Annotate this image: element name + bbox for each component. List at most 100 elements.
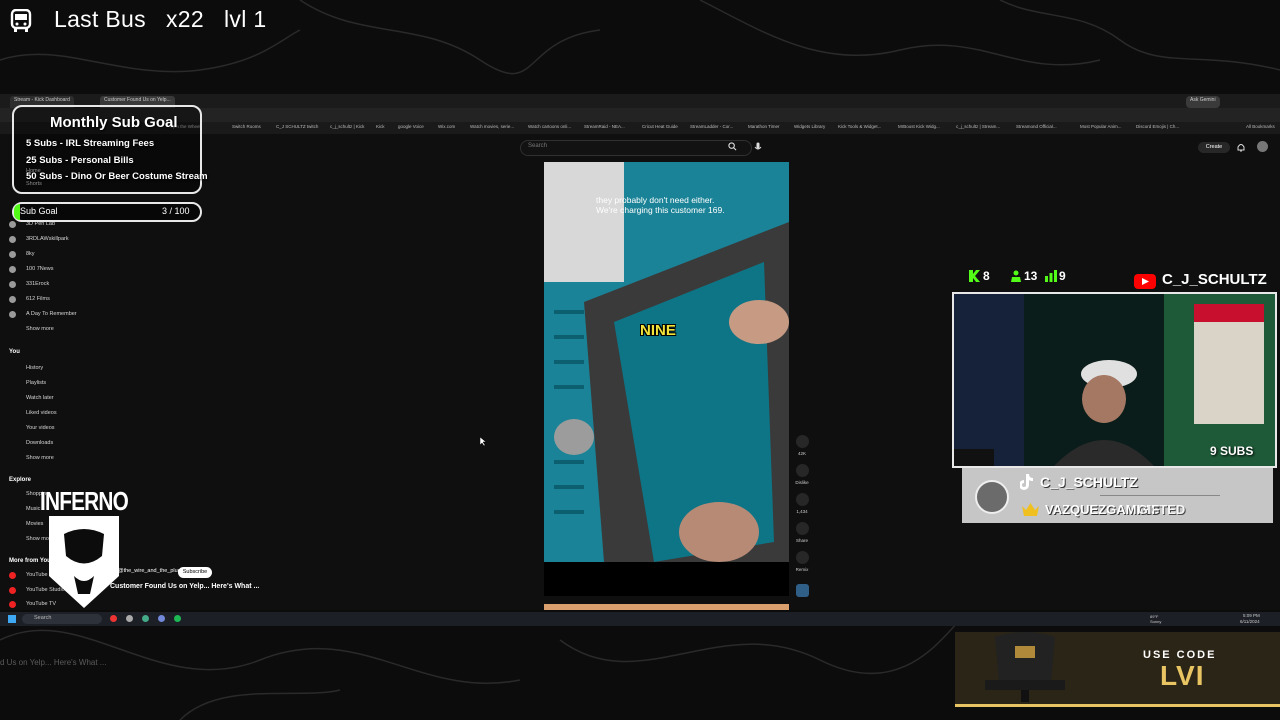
goal-item: 50 Subs - Dino Or Beer Costume Stream xyxy=(26,171,208,182)
tiktok-icon xyxy=(1020,474,1033,490)
webcam-feed xyxy=(952,292,1277,468)
sidebar-item-music[interactable]: Music xyxy=(26,506,40,512)
channel-logo-icon xyxy=(975,480,1009,514)
sidebar-subscription[interactable]: 100 7News xyxy=(26,266,54,272)
bookmark[interactable]: StreamLadder - Cor... xyxy=(690,124,733,129)
bookmark[interactable]: Kick Tools & Widget... xyxy=(838,124,881,129)
taskbar-search-placeholder: Search xyxy=(34,615,52,621)
ask-gemini-button[interactable]: Ask Gemini xyxy=(1186,96,1220,108)
youtube-studio-icon xyxy=(9,587,16,594)
microphone-icon[interactable] xyxy=(754,142,762,152)
youtube-tv-icon xyxy=(9,601,16,608)
sidebar-explore-header: Explore xyxy=(9,477,32,483)
bookmark[interactable]: Marathon Timer xyxy=(748,124,780,129)
search-icon[interactable] xyxy=(728,142,737,151)
clock-date[interactable]: 6/11/2024 xyxy=(1240,619,1260,624)
discord-icon[interactable] xyxy=(158,615,165,622)
channel-icon xyxy=(9,281,16,288)
bookmark[interactable]: Streamond Official... xyxy=(1016,124,1057,129)
channel-icon xyxy=(9,251,16,258)
sidebar-you-header[interactable]: You xyxy=(9,349,20,355)
webcam-subs-badge: 9 SUBS xyxy=(1210,444,1254,458)
bookmark[interactable]: Switch Rooms xyxy=(232,124,261,129)
app-icon[interactable] xyxy=(126,615,133,622)
bookmark[interactable]: Kick xyxy=(376,124,385,129)
youtube-premium-icon xyxy=(9,572,16,579)
bookmark[interactable]: All Bookmarks xyxy=(1246,124,1275,129)
dislike-icon[interactable] xyxy=(796,464,809,477)
audio-thumbnail-icon[interactable] xyxy=(796,584,809,597)
remix-icon[interactable] xyxy=(796,551,809,564)
goal-title: Monthly Sub Goal xyxy=(50,114,178,131)
like-count: 42K xyxy=(797,451,806,456)
like-icon[interactable] xyxy=(796,435,809,448)
video-caption: they probably don't need either. We're c… xyxy=(596,195,725,215)
sidebar-item-downloads[interactable]: Downloads xyxy=(26,440,53,446)
sidebar-item-playlists[interactable]: Playlists xyxy=(26,380,46,386)
comment-count: 1,434 xyxy=(796,509,808,514)
video-bottom-bar xyxy=(544,562,789,596)
video-frame xyxy=(544,162,789,562)
avatar[interactable] xyxy=(1257,141,1268,152)
channel-name: C_J_SCHULTZ xyxy=(1162,271,1267,288)
goal-bar-label: Sub Goal xyxy=(20,206,58,216)
sidebar-item-movies[interactable]: Movies xyxy=(26,521,43,527)
share-label: Share xyxy=(795,538,808,543)
goal-item: 5 Subs - IRL Streaming Fees xyxy=(26,138,155,149)
bookmark[interactable]: Watch cartoons onli... xyxy=(528,124,571,129)
sidebar-show-more[interactable]: Show more xyxy=(26,326,54,332)
promo-code: LVI xyxy=(1160,660,1205,691)
sidebar-subscription[interactable]: 3RDLAWskillpark xyxy=(26,236,69,242)
bookmark[interactable]: Most Popular Anim... xyxy=(1080,124,1122,129)
dislike-label: Dislike xyxy=(795,480,809,485)
sidebar-subscription[interactable]: 8ky xyxy=(26,251,35,257)
bookmark[interactable]: StreamRaid - NEA... xyxy=(584,124,625,129)
app-icon[interactable] xyxy=(110,615,117,622)
bookmark[interactable]: Discord Emojis | Ch... xyxy=(1136,124,1179,129)
youtube-icon xyxy=(1134,274,1156,289)
goal-item: 25 Subs - Personal Bills xyxy=(26,155,134,166)
bookmark[interactable]: c_j_schultz | Stream... xyxy=(956,124,1000,129)
sidebar-subscription[interactable]: 331Erock xyxy=(26,281,49,287)
bookmark[interactable]: C_J SCHULTZ twitch xyxy=(276,124,318,129)
windows-start-icon[interactable] xyxy=(8,615,16,623)
sidebar-show-more[interactable]: Show more xyxy=(26,455,54,461)
create-button[interactable]: Create xyxy=(1198,142,1230,153)
kick-subs-count: 8 xyxy=(983,269,990,283)
bookmark[interactable]: c_j_schultz | Kick xyxy=(330,124,364,129)
cursor-icon xyxy=(480,437,486,446)
share-icon[interactable] xyxy=(796,522,809,535)
sidebar-item-liked-videos[interactable]: Liked videos xyxy=(26,410,57,416)
gift-suffix: GIFTED xyxy=(1137,502,1186,517)
bookmark[interactable]: MrBoost Kick Widg... xyxy=(898,124,940,129)
weather-label[interactable]: 89°F Sunny xyxy=(1150,614,1170,624)
bookmark[interactable]: google Voice xyxy=(398,124,424,129)
card-gifter: VAZQUEZGAMINGGIFTED xyxy=(1045,502,1185,517)
bookmark[interactable]: Watch movies, serie... xyxy=(470,124,514,129)
sidebar-subscription[interactable]: 612 Films xyxy=(26,296,50,302)
bookmark[interactable]: Cricut Heat Guide xyxy=(642,124,678,129)
subscribe-button[interactable]: Subscribe xyxy=(178,567,212,578)
bookmark[interactable]: Widgets Library xyxy=(794,124,825,129)
comment-icon[interactable] xyxy=(796,493,809,506)
video-channel-handle[interactable]: @the_wire_and_the_plug xyxy=(118,568,181,574)
viewers-icon xyxy=(1045,270,1057,282)
divider xyxy=(1100,495,1220,496)
chrome-icon[interactable] xyxy=(142,615,149,622)
sidebar-subscription[interactable]: A Day To Remember xyxy=(26,311,77,317)
sidebar-item-watch-later[interactable]: Watch later xyxy=(26,395,54,401)
clock-time[interactable]: 5:09 PM xyxy=(1243,613,1260,618)
shorts-video-player[interactable] xyxy=(544,162,789,562)
sidebar-item-history[interactable]: History xyxy=(26,365,43,371)
remix-label: Remix xyxy=(795,567,809,572)
promo-banner xyxy=(955,632,1280,707)
sub-goal-progress-fill xyxy=(14,204,20,220)
next-video-preview[interactable] xyxy=(544,604,789,610)
channel-icon xyxy=(9,236,16,243)
bell-icon[interactable] xyxy=(1237,143,1245,152)
sidebar-item-your-videos[interactable]: Your videos xyxy=(26,425,55,431)
bookmark[interactable]: Wix.com xyxy=(438,124,455,129)
spotify-icon[interactable] xyxy=(174,615,181,622)
channel-icon xyxy=(9,311,16,318)
youtube-search-box[interactable] xyxy=(520,140,752,156)
